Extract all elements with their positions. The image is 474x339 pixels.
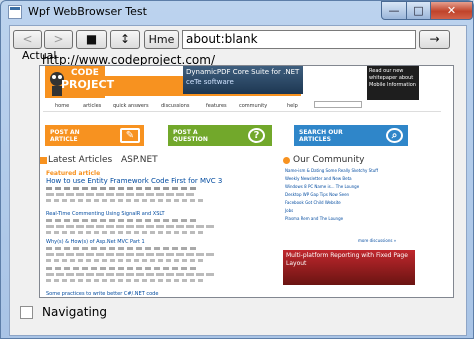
webpage-content: CODE PROJECT DynamicPDF Core Suite for .… <box>40 66 441 297</box>
nav-item-discussions[interactable]: discussions <box>161 103 190 109</box>
search-articles-tile[interactable]: SEARCH OUR ARTICLES ⌕ <box>294 125 408 146</box>
article-1-summary-line <box>46 225 216 228</box>
article-3-tags-line <box>46 279 206 282</box>
post-article-line1: POST AN <box>50 129 80 136</box>
window-client-area: < > ■ ↕ Hme about:blank → Actual http://… <box>9 25 467 336</box>
site-logo-text-line2: PROJECT <box>61 78 115 91</box>
maximize-button[interactable]: □ <box>406 1 431 20</box>
featured-article-link[interactable]: How to use Entity Framework Code First f… <box>46 177 222 185</box>
community-icon <box>283 157 290 164</box>
article-link-2[interactable]: Why(s) & How(s) of Asp.Net MVC Part 1 <box>46 239 145 245</box>
article-1-tags-line <box>46 231 206 234</box>
post-question-line2: QUESTION <box>173 136 208 143</box>
featured-tags-line <box>46 199 206 202</box>
search-articles-line1: SEARCH OUR <box>299 129 343 136</box>
stop-button[interactable]: ■ <box>76 30 107 49</box>
side-ad-text: Read our new whitepaper about Mobile Inf… <box>369 68 416 88</box>
article-2-tags-line <box>46 259 206 262</box>
forward-button[interactable]: > <box>44 30 73 49</box>
navigating-checkbox[interactable] <box>20 306 33 319</box>
community-item[interactable]: Plasma Rem and The Lounge <box>285 216 343 221</box>
article-1-meta-line <box>46 219 196 222</box>
sidebar-ad-text: Multi-platform Reporting with Fixed Page… <box>286 252 408 267</box>
magnifier-icon: ⌕ <box>386 128 403 143</box>
community-item[interactable]: Facebook Got Child Website <box>285 200 341 205</box>
community-item[interactable]: Weekly Newsletter and New Beta <box>285 176 352 181</box>
address-input[interactable]: about:blank <box>182 30 416 49</box>
post-article-tile[interactable]: POST AN ARTICLE ✎ <box>45 125 144 146</box>
header-ad-subtitle: ceTe software <box>186 78 234 86</box>
minimize-button[interactable]: — <box>381 1 407 20</box>
article-2-meta-line <box>46 247 196 250</box>
window-title: Wpf WebBrowser Test <box>28 5 147 18</box>
article-3-summary-line <box>46 273 216 276</box>
post-article-line2: ARTICLE <box>50 136 78 143</box>
community-item[interactable]: Windows 8 PC Name is... The Lounge <box>285 184 359 189</box>
go-button[interactable]: → <box>419 30 450 49</box>
article-link-1[interactable]: Real-Time Commenting Using SignalR and X… <box>46 211 165 217</box>
featured-label: Featured article <box>46 170 101 177</box>
app-window-icon <box>8 5 22 19</box>
header-ad-title: DynamicPDF Core Suite for .NET <box>186 68 300 76</box>
question-mark-icon: ? <box>248 128 265 143</box>
community-heading: Our Community <box>293 155 365 165</box>
article-3-meta-line <box>46 267 196 270</box>
close-button[interactable]: ✕ <box>430 1 473 20</box>
status-area: Navigating <box>20 303 450 321</box>
nav-item-articles[interactable]: articles <box>83 103 101 109</box>
navigating-label: Navigating <box>42 305 107 319</box>
refresh-button[interactable]: ↕ <box>110 30 140 49</box>
rss-icon <box>40 157 47 164</box>
site-logo-text-line1: CODE <box>71 68 99 78</box>
home-button[interactable]: Hme <box>144 30 179 49</box>
back-button[interactable]: < <box>13 30 42 49</box>
nav-item-features[interactable]: features <box>206 103 227 109</box>
search-articles-line2: ARTICLES <box>299 136 331 143</box>
nav-item-help[interactable]: help <box>287 103 298 109</box>
featured-meta-line <box>46 187 196 190</box>
post-question-tile[interactable]: POST A QUESTION ? <box>168 125 272 146</box>
aspnet-filter-dropdown[interactable]: ASP.NET <box>121 155 158 165</box>
nav-item-quick-answers[interactable]: quick answers <box>113 103 149 109</box>
site-search-input[interactable] <box>314 101 362 108</box>
community-item[interactable]: Name-ism & Dating Some Really Sketchy St… <box>285 168 378 173</box>
community-item[interactable]: Desktop WP Gap Tips Now Seen <box>285 192 349 197</box>
site-header: CODE PROJECT DynamicPDF Core Suite for .… <box>43 66 441 102</box>
more-discussions-link[interactable]: more discussions » <box>358 238 396 243</box>
title-bar[interactable]: Wpf WebBrowser Test — □ ✕ <box>1 1 473 23</box>
bottom-article-link[interactable]: Some practices to write better C#/.NET c… <box>46 291 158 297</box>
featured-summary-line <box>46 193 196 196</box>
latest-articles-heading[interactable]: Latest Articles <box>48 155 112 165</box>
web-browser-view[interactable]: CODE PROJECT DynamicPDF Core Suite for .… <box>39 65 454 298</box>
nav-item-home[interactable]: home <box>55 103 69 109</box>
article-2-summary-line <box>46 253 216 256</box>
community-item[interactable]: Jobs <box>285 208 293 213</box>
application-window: Wpf WebBrowser Test — □ ✕ < > ■ ↕ Hme ab… <box>0 0 474 339</box>
nav-item-community[interactable]: community <box>239 103 267 109</box>
post-question-line1: POST A <box>173 129 198 136</box>
pencil-icon: ✎ <box>120 128 140 143</box>
